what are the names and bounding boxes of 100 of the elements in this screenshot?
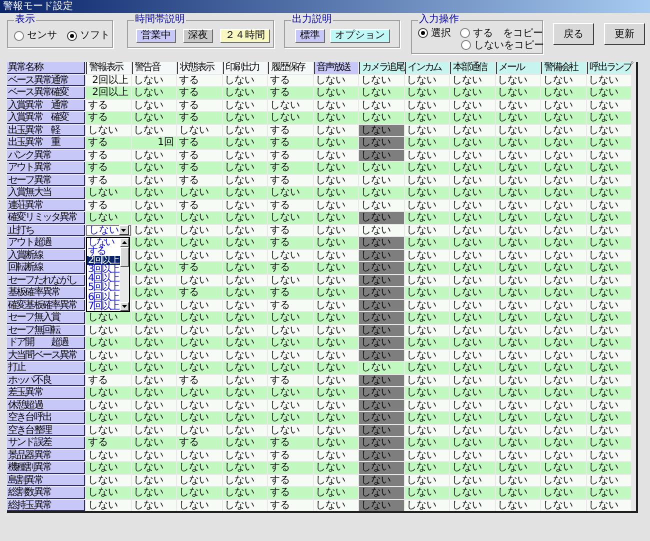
table-cell: しない [359,274,404,286]
table-cell: しない [359,450,404,461]
table-cell: しない [268,187,312,198]
table-cell: しない [268,400,312,411]
table-cell: しない [404,112,449,124]
table-cell: しない [586,337,631,348]
column-header: 呼出ランプ [586,62,631,74]
table-cell: しない [268,112,312,124]
table-cell: しない [314,462,358,474]
dropdown-option[interactable]: する [87,247,120,256]
table-cell: しない [541,337,586,348]
table-cell: しない [586,387,631,398]
table-cell: しない [450,374,494,386]
dropdown-option[interactable]: 7回以上 [87,302,120,311]
table-cell: しない [359,162,404,174]
table-cell: しない [496,224,540,236]
dropdown-option[interactable]: しない [87,238,120,248]
radio-button[interactable]: する をコピー [460,28,543,38]
radio-button[interactable]: しないをコピー [461,40,544,50]
table-cell: しない [541,374,586,386]
table-cell: する [177,100,222,111]
table-cell: しない [177,450,222,461]
table-cell: しない [86,424,130,436]
table-cell: しない [268,350,312,361]
table-cell: しない [268,100,312,111]
table-cell: しない [268,324,312,336]
table-cell: しない [177,300,222,311]
radio-button[interactable]: ソフト [67,30,110,41]
table-cell: しない [132,312,176,324]
table-cell: しない [496,387,540,398]
table-cell: しない [314,324,358,336]
table-cell: しない [586,324,631,336]
table-cell: しない [541,424,586,436]
row-name: 連荘異常 [7,200,85,211]
table-cell: しない [404,124,449,136]
table-cell: しない [314,124,358,136]
dropdown-option[interactable]: 5回以上 [87,283,120,293]
row-name: ドア開 超過 [7,337,85,348]
scrollbar[interactable] [120,238,129,311]
table-cell: しない [314,487,358,498]
table-cell: しない [586,287,631,298]
action-button[interactable]: 更新 [604,23,645,45]
dropdown-option[interactable]: 4回以上 [87,274,120,284]
table-cell: しない [132,162,176,174]
row-name: 休憩超過 [7,400,85,411]
table-cell: しない [222,237,267,248]
table-cell: しない [359,412,404,424]
row-name: ベース異常通常 [7,74,85,86]
table-cell: しない [132,300,176,311]
table-cell: しない [314,87,358,98]
table-cell: しない [132,450,176,461]
table-cell: しない [404,262,449,274]
table-cell: しない [496,174,540,186]
table-cell: しない [586,124,631,136]
table-cell: しない [586,224,631,236]
table-cell: しない [496,200,540,211]
table-cell: しない [541,200,586,211]
row-name: 入賞無大当 [7,187,85,198]
radio-button[interactable]: 選択 [418,28,451,38]
radio-button[interactable]: センサ [14,30,57,41]
dropdown-field[interactable]: しない [86,224,130,236]
table-cell: しない [359,74,404,86]
table-cell: しない [314,400,358,411]
table-cell: しない [222,450,267,461]
row-name: サンド誤差 [7,437,85,448]
dropdown-option[interactable]: 3回以上 [87,265,120,274]
table-cell: しない [496,474,540,486]
table-cell: しない [177,274,222,286]
table-cell: しない [541,362,586,374]
table-cell: しない [314,424,358,436]
table-cell: しない [450,200,494,211]
table-cell: しない [314,137,358,148]
table-cell: 2回以上 [86,87,130,98]
row-name: パンク異常 [7,150,85,161]
scroll-thumb[interactable] [120,247,129,267]
table-cell: しない [86,400,130,411]
table-cell: する [177,437,222,448]
table-cell: しない [132,124,176,136]
group-label: 入力操作 [418,14,460,26]
table-cell: する [268,124,312,136]
table-cell: しない [541,350,586,361]
table-cell: しない [404,100,449,111]
column-header: 状態表示 [177,62,222,74]
table-cell: しない [541,100,586,111]
table-cell: しない [450,300,494,311]
table-cell: しない [222,162,267,174]
window-title: 警報モード設定 [3,1,73,12]
table-cell: しない [86,487,130,498]
action-button[interactable]: 戻る [553,23,594,45]
dropdown-option[interactable]: 6回以上 [87,292,120,302]
table-cell: しない [404,400,449,411]
table-cell: しない [359,387,404,398]
table-cell: しない [222,137,267,148]
table-cell: しない [541,287,586,298]
table-cell: しない [586,237,631,248]
table-cell: しない [450,424,494,436]
table-cell: しない [132,174,176,186]
table-cell: しない [404,424,449,436]
table-cell: しない [586,150,631,161]
table-cell: しない [177,250,222,261]
